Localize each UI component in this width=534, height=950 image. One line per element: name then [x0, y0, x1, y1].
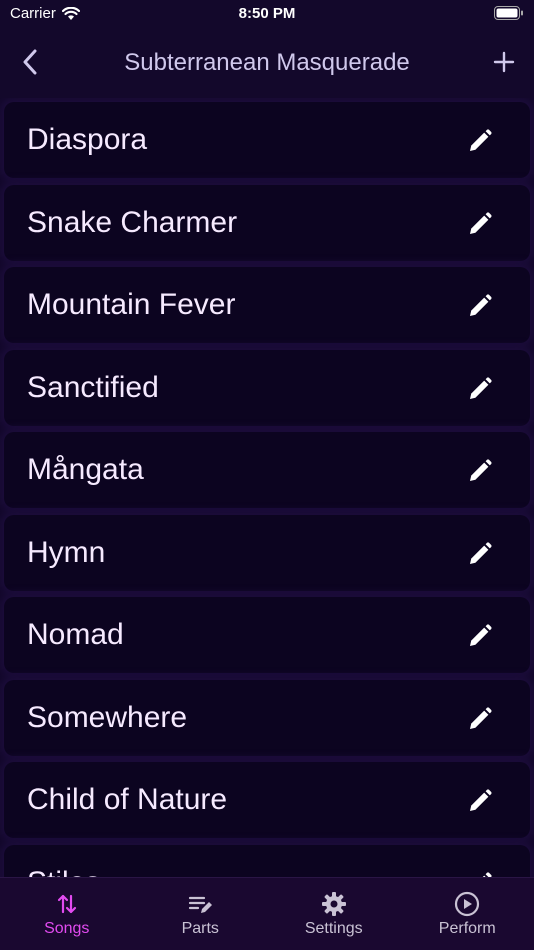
- status-bar: Carrier 8:50 PM: [0, 0, 534, 30]
- pencil-icon: [470, 459, 492, 481]
- edit-song-button[interactable]: [468, 294, 492, 318]
- add-song-button[interactable]: [488, 46, 520, 78]
- back-button[interactable]: [14, 46, 46, 78]
- edit-song-button[interactable]: [468, 211, 492, 236]
- tab-settings[interactable]: Settings: [267, 878, 401, 950]
- pencil-icon: [470, 211, 492, 234]
- edit-song-button[interactable]: [468, 789, 492, 813]
- pencil-icon: [470, 706, 492, 729]
- song-row[interactable]: Stiles: [4, 844, 530, 878]
- song-title: Snake Charmer: [27, 205, 238, 239]
- song-row[interactable]: Nomad: [4, 597, 530, 673]
- song-row[interactable]: Mångata: [4, 432, 530, 508]
- song-row[interactable]: Child of Nature: [4, 762, 530, 838]
- edit-song-button[interactable]: [468, 624, 492, 648]
- song-row[interactable]: Sanctified: [4, 349, 530, 426]
- tab-perform[interactable]: Perform: [401, 878, 534, 950]
- song-title: Sanctified: [27, 370, 159, 404]
- tab-parts-label: Parts: [181, 920, 219, 937]
- song-list: Diaspora Snake Charmer Mountain Fever Sanct…: [0, 98, 534, 878]
- song-row[interactable]: Hymn: [4, 514, 530, 591]
- song-title: Diaspora: [27, 123, 148, 156]
- status-time: 8:50 PM: [238, 5, 296, 22]
- pencil-icon: [470, 789, 492, 811]
- edit-song-button[interactable]: [468, 129, 492, 153]
- pencil-icon: [470, 129, 492, 151]
- song-title: Hymn: [27, 535, 106, 569]
- pencil-icon: [470, 294, 492, 316]
- pencil-icon: [470, 624, 492, 646]
- edit-song-button[interactable]: [468, 459, 492, 483]
- screen: Carrier 8:50 PM Subterranean Masquerade: [0, 0, 534, 950]
- nav-bar: Subterranean Masquerade: [0, 30, 534, 94]
- edit-song-button[interactable]: [468, 376, 492, 401]
- tab-perform-label: Perform: [438, 920, 496, 937]
- status-right: [494, 6, 524, 24]
- pencil-icon: [470, 541, 492, 564]
- battery-icon: [494, 6, 523, 20]
- tab-parts[interactable]: Parts: [134, 878, 268, 950]
- song-title: Nomad: [27, 618, 124, 651]
- song-row[interactable]: Snake Charmer: [4, 184, 530, 261]
- song-row[interactable]: Mountain Fever: [4, 267, 530, 343]
- gear-icon: [321, 892, 346, 916]
- tab-settings-label: Settings: [304, 920, 363, 937]
- edit-song-button[interactable]: [468, 541, 492, 566]
- page-title: Subterranean Masquerade: [124, 49, 410, 76]
- song-title: Mountain Fever: [27, 288, 236, 321]
- song-title: Somewhere: [27, 700, 188, 734]
- tab-songs[interactable]: Songs: [0, 878, 134, 950]
- list-edit-icon: [189, 896, 213, 913]
- edit-song-button[interactable]: [468, 706, 492, 731]
- chevron-left-icon: [23, 49, 37, 75]
- song-title: Child of Nature: [27, 783, 228, 816]
- tab-songs-label: Songs: [44, 920, 90, 937]
- song-row[interactable]: Somewhere: [4, 679, 530, 756]
- song-row[interactable]: Diaspora: [4, 102, 530, 178]
- plus-icon: [493, 51, 515, 73]
- song-title: Mångata: [27, 453, 144, 486]
- pencil-icon: [470, 376, 492, 399]
- sort-arrows-icon: [57, 894, 76, 914]
- play-circle-icon: [455, 891, 480, 917]
- tab-bar: Songs Parts Settings Perform: [0, 877, 534, 950]
